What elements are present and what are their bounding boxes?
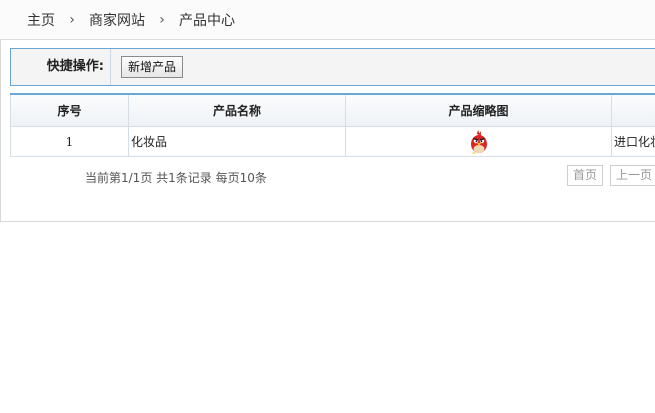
table-header-row: 序号 产品名称 产品缩略图: [10, 93, 655, 127]
row-description: 进口化妆品: [611, 126, 655, 157]
breadcrumb-home[interactable]: 主页: [27, 10, 55, 30]
first-page-button[interactable]: 首页: [567, 165, 604, 186]
chevron-right-icon: ›: [69, 11, 75, 28]
chevron-right-icon: ›: [159, 11, 165, 28]
column-header-thumbnail: 产品缩略图: [345, 93, 612, 127]
prev-page-button[interactable]: 上一页: [610, 165, 655, 186]
pagination: 当前第1/1页 共1条记录 每页10条 首页 上一页: [0, 165, 655, 187]
breadcrumb-product-center[interactable]: 产品中心: [179, 10, 235, 30]
row-thumbnail: [345, 126, 612, 157]
column-header-desc: [611, 93, 655, 127]
column-header-name: 产品名称: [128, 93, 346, 127]
quick-actions-bar: 快捷操作: 新增产品: [10, 48, 655, 86]
pagination-info: 当前第1/1页 共1条记录 每页10条: [85, 171, 267, 185]
breadcrumb-merchant-site[interactable]: 商家网站: [89, 10, 145, 30]
row-product-name: 化妆品: [128, 126, 346, 157]
breadcrumb: 主页 › 商家网站 › 产品中心: [0, 0, 655, 40]
quick-actions-label: 快捷操作:: [11, 49, 111, 85]
table-row: 1 化妆品 进口化妆品: [10, 126, 655, 157]
column-header-index: 序号: [10, 93, 129, 127]
add-product-button[interactable]: 新增产品: [121, 56, 184, 78]
angry-bird-icon: [470, 129, 487, 154]
row-index: 1: [10, 126, 129, 157]
product-table: 序号 产品名称 产品缩略图 1 化妆品 进口化: [10, 93, 655, 157]
